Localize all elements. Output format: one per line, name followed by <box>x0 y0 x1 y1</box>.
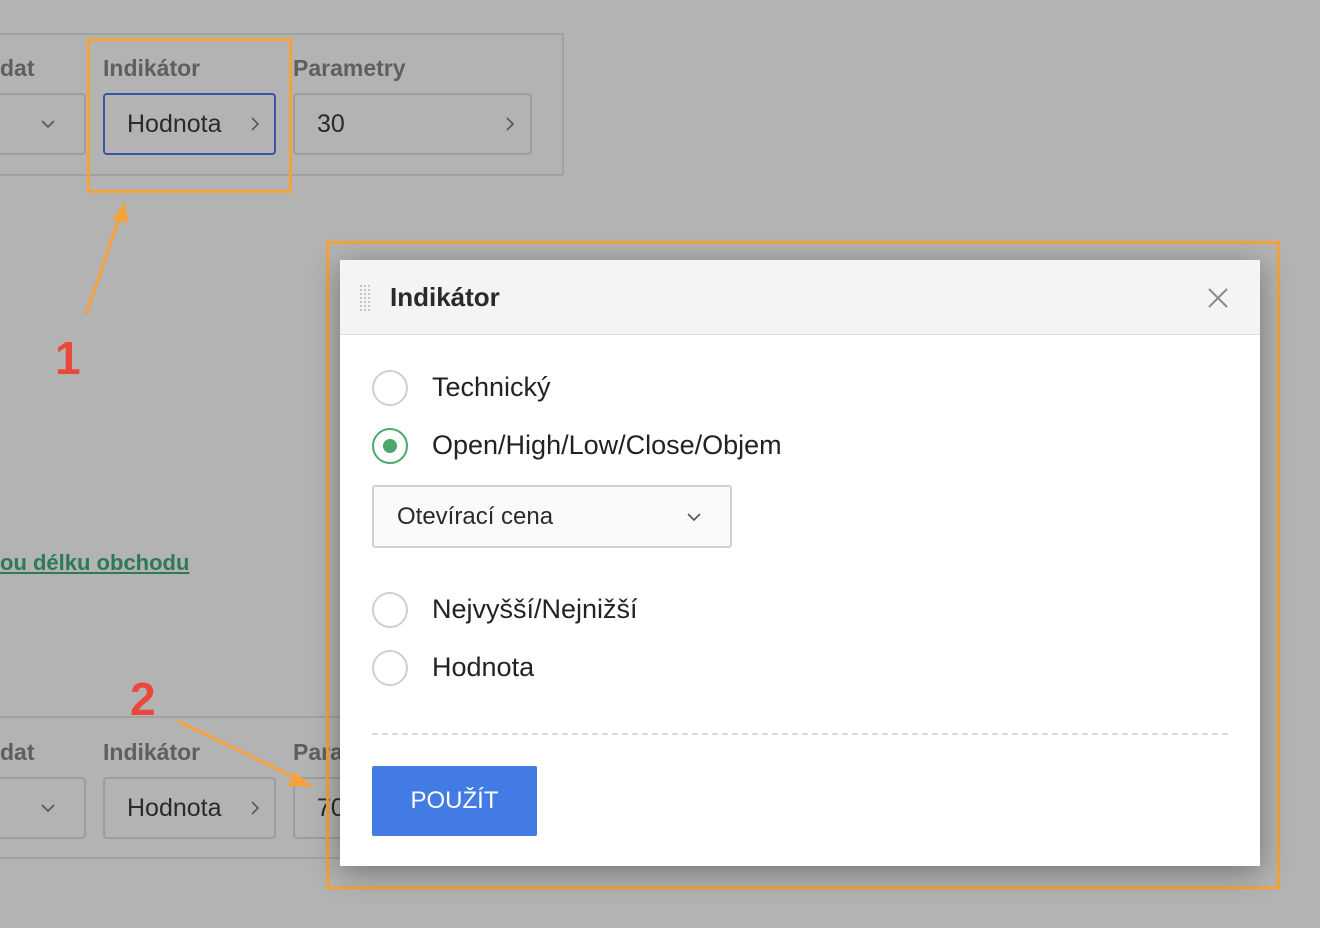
top-data-label: dat <box>0 55 35 81</box>
top-params-label: Parametry <box>293 55 406 81</box>
option-ohlcv-label: Open/High/Low/Close/Objem <box>432 430 782 460</box>
dialog-title: Indikátor <box>390 282 500 312</box>
bottom-data-select[interactable] <box>0 777 86 839</box>
bottom-indicator-label: Indikátor <box>103 739 201 765</box>
close-icon[interactable] <box>1206 286 1230 310</box>
option-technical[interactable]: Technický <box>372 370 872 410</box>
dialog-header[interactable]: Indikátor <box>340 260 1260 335</box>
indicator-dialog: Indikátor Technický Open/High/Low/Close/… <box>340 260 1260 866</box>
radio-technical[interactable] <box>372 370 408 406</box>
radio-ohlcv[interactable] <box>372 428 408 464</box>
price-type-select[interactable]: Otevírací cena <box>372 485 732 548</box>
option-ohlcv[interactable]: Open/High/Low/Close/Objem <box>372 428 972 468</box>
option-value-label: Hodnota <box>432 652 535 682</box>
chevron-right-icon <box>247 800 263 816</box>
dialog-divider <box>372 733 1228 735</box>
option-high-low[interactable]: Nejvyšší/Nejnižší <box>372 592 872 632</box>
top-data-select[interactable] <box>0 93 86 155</box>
chevron-down-icon <box>40 800 56 816</box>
annotation-arrowhead-1 <box>112 202 128 223</box>
chevron-down-icon <box>686 509 702 525</box>
option-technical-label: Technický <box>432 372 551 402</box>
annotation-marker-2: 2 <box>130 673 156 725</box>
radio-value[interactable] <box>372 650 408 686</box>
annotation-arrow-1 <box>84 212 123 315</box>
top-params-value: 30 <box>317 109 345 138</box>
bottom-data-label: dat <box>0 739 35 765</box>
radio-selected-dot <box>383 439 397 453</box>
annotation-highlight-indicator <box>87 38 292 193</box>
bottom-indicator-button[interactable]: Hodnota <box>103 777 276 839</box>
price-type-value: Otevírací cena <box>397 502 554 530</box>
option-value[interactable]: Hodnota <box>372 650 872 690</box>
option-high-low-label: Nejvyšší/Nejnižší <box>432 594 638 624</box>
annotation-marker-1: 1 <box>55 332 81 384</box>
bottom-indicator-value: Hodnota <box>127 793 222 822</box>
apply-button[interactable]: POUŽÍT <box>372 766 537 836</box>
trade-length-link[interactable]: ou délku obchodu <box>0 550 189 576</box>
drag-handle-icon[interactable] <box>359 284 371 312</box>
radio-high-low[interactable] <box>372 592 408 628</box>
top-params-button[interactable]: 30 <box>293 93 532 155</box>
chevron-right-icon <box>502 116 518 132</box>
chevron-down-icon <box>40 116 56 132</box>
